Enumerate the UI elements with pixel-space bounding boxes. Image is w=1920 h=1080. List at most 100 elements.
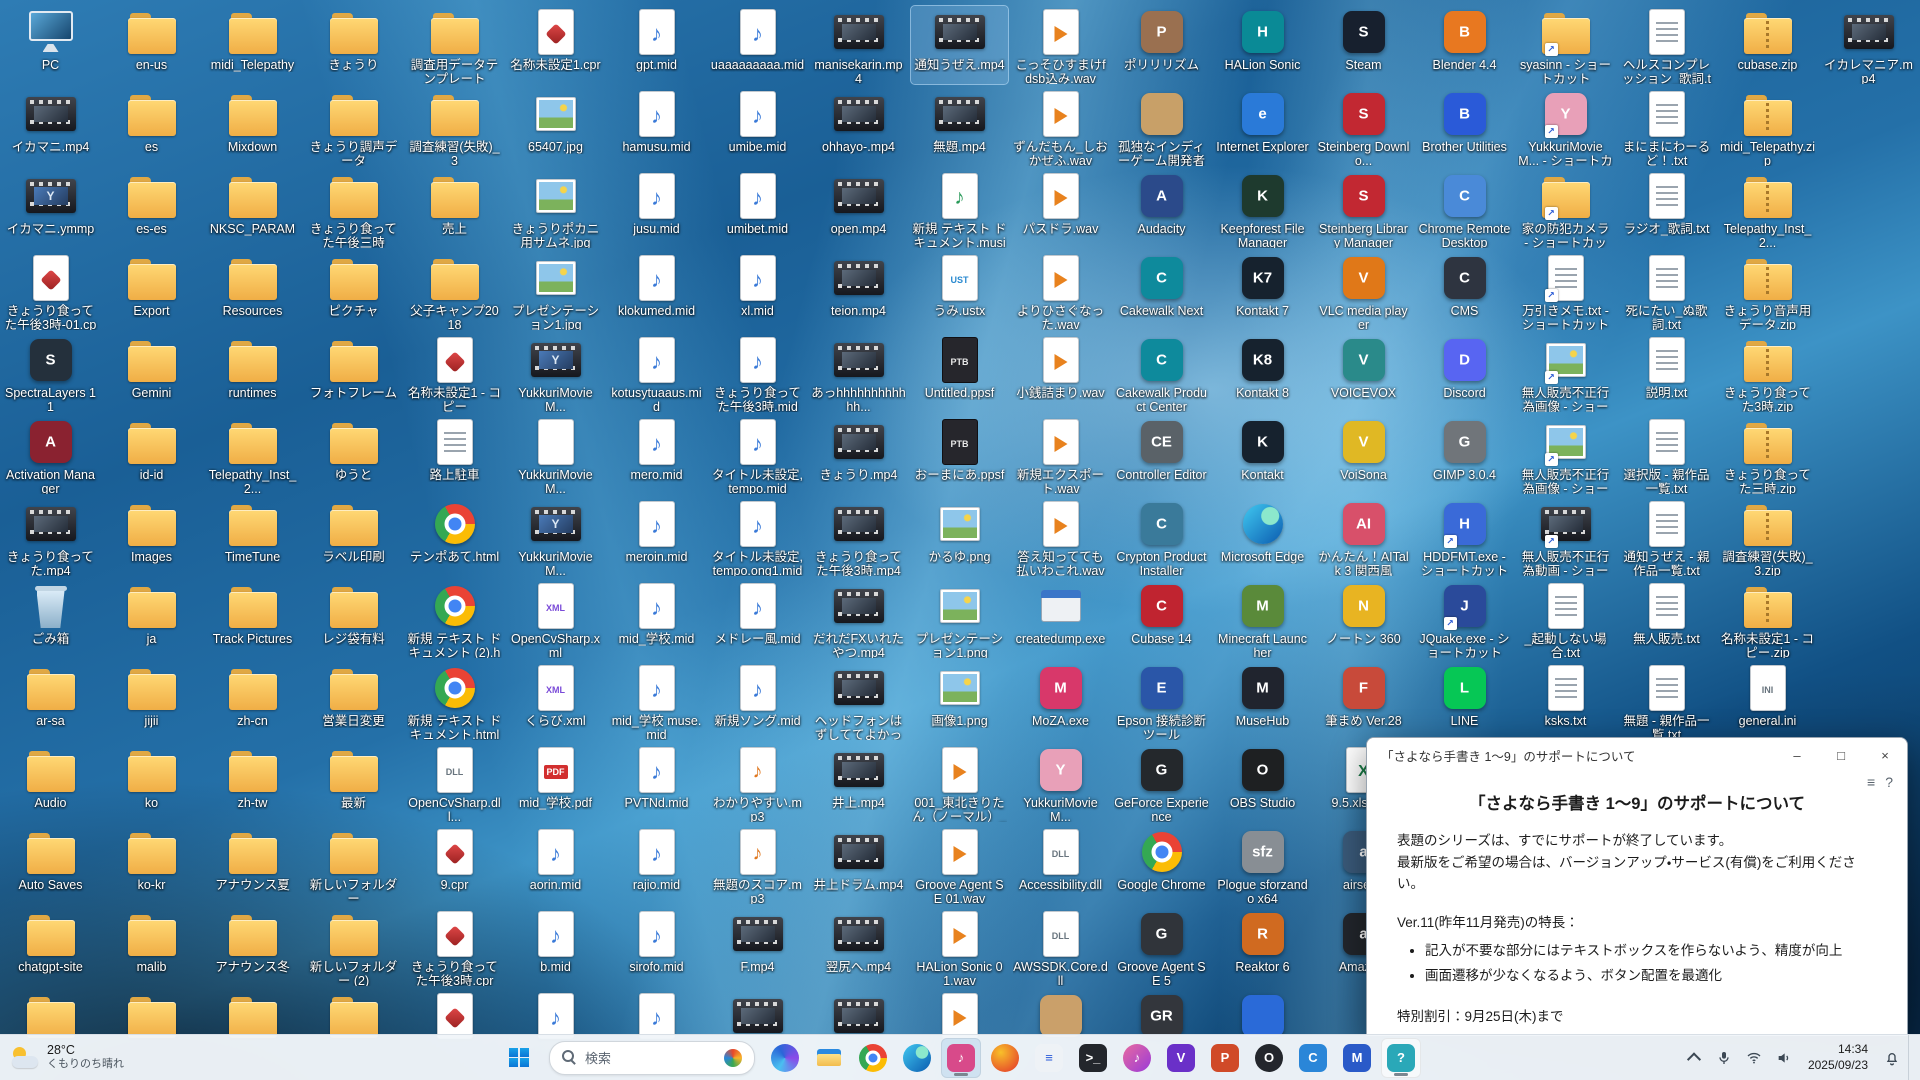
desktop-icon[interactable]: ksks.txt (1517, 662, 1614, 740)
desktop-icon[interactable]: meroin.mid (608, 498, 705, 576)
desktop-icon[interactable]: きょうり食ってた午後3時.mp4 (810, 498, 907, 576)
desktop-icon[interactable]: Crypton Product Installer (1113, 498, 1210, 576)
desktop-icon[interactable]: 新しいフォルダー (305, 826, 402, 904)
desktop-icon[interactable]: es (103, 88, 200, 166)
desktop-icon[interactable]: Untitled.ppsf (911, 334, 1008, 412)
desktop-icon[interactable]: 小銭詰まり.wav (1012, 334, 1109, 412)
desktop-icon[interactable]: 無人販売不正行為画像 - ショートカット (1517, 416, 1614, 494)
menu-icon[interactable]: ≡ (1867, 774, 1875, 790)
minimize-button[interactable]: – (1775, 738, 1819, 772)
desktop-icon[interactable]: jusu.mid (608, 170, 705, 248)
desktop-icon[interactable]: YukkuriMovieM... - ショートカット (1517, 88, 1614, 166)
desktop-icon[interactable]: Kontakt (1214, 416, 1311, 494)
desktop-icon[interactable]: Auto Saves (2, 826, 99, 904)
desktop-icon[interactable]: 新規ソング.mid (709, 662, 806, 740)
desktop-icon[interactable]: きょうり (305, 6, 402, 84)
desktop-icon[interactable]: YukkuriMovieM... (507, 416, 604, 494)
desktop-icon[interactable]: Groove Agent SE 01.wav (911, 826, 1008, 904)
desktop-icon[interactable]: レジ袋有料 (305, 580, 402, 658)
desktop-icon[interactable]: 翌尻へ.mp4 (810, 908, 907, 986)
desktop-icon[interactable]: 通知うぜえ - 親作品一覧.txt (1618, 498, 1715, 576)
desktop-icon[interactable]: syasinn - ショートカット (1517, 6, 1614, 84)
desktop-icon[interactable]: 画像1.png (911, 662, 1008, 740)
desktop-icon[interactable]: 最新 (305, 744, 402, 822)
desktop-icon[interactable]: イカレマニア.mp4 (1820, 6, 1917, 84)
desktop-icon[interactable]: klokumed.mid (608, 252, 705, 330)
desktop-icon[interactable]: 売上 (406, 170, 503, 248)
desktop-icon[interactable]: プレゼンテーション1.jpg (507, 252, 604, 330)
desktop-icon[interactable]: 無題 - 親作品一覧.txt (1618, 662, 1715, 740)
desktop-icon[interactable]: manisekarin.mp4 (810, 6, 907, 84)
desktop-icon[interactable]: VoiSona (1315, 416, 1412, 494)
desktop-icon[interactable]: es-es (103, 170, 200, 248)
desktop-icon[interactable]: teion.mp4 (810, 252, 907, 330)
firefox-taskbar-button[interactable] (985, 1038, 1025, 1078)
desktop-icon[interactable]: Cakewalk Product Center (1113, 334, 1210, 412)
desktop-icon[interactable]: よりひさぐなった.wav (1012, 252, 1109, 330)
desktop-icon[interactable]: OBS Studio (1214, 744, 1311, 822)
desktop-icon[interactable]: zh-tw (204, 744, 301, 822)
help-viewer-taskbar-button[interactable]: ? (1381, 1038, 1421, 1078)
tray-overflow-button[interactable] (1680, 1042, 1708, 1074)
help-icon[interactable]: ? (1885, 774, 1893, 790)
desktop-icon[interactable]: rajio.mid (608, 826, 705, 904)
desktop-icon[interactable]: createdump.exe (1012, 580, 1109, 658)
desktop-icon[interactable]: きょうり食ってた3時.zip (1719, 334, 1816, 412)
desktop-icon[interactable]: 名称未設定1 - コピー.zip (1719, 580, 1816, 658)
desktop-icon[interactable]: プレゼンテーション1.png (911, 580, 1008, 658)
desktop-icon[interactable]: mid_学校.pdf (507, 744, 604, 822)
desktop-icon[interactable]: 答え知ってても払いわこれ.wav (1012, 498, 1109, 576)
visual-studio-taskbar-button[interactable]: V (1161, 1038, 1201, 1078)
desktop-icon[interactable]: フォトフレーム (305, 334, 402, 412)
desktop-icon[interactable]: 65407.jpg (507, 88, 604, 166)
desktop-icon[interactable]: イカマニ.ymmp (2, 170, 99, 248)
desktop-icon[interactable]: Audacity (1113, 170, 1210, 248)
desktop-icon[interactable]: NKSC_PARAM (204, 170, 301, 248)
desktop-icon[interactable]: 通知うぜえ.mp4 (911, 6, 1008, 84)
desktop-icon[interactable]: ヘルスコンプレッション_歌詞.txt (1618, 6, 1715, 84)
desktop-icon[interactable]: 新規 テキスト ドキュメント.html (406, 662, 503, 740)
desktop-icon[interactable]: mero.mid (608, 416, 705, 494)
desktop-icon[interactable]: Microsoft Edge (1214, 498, 1311, 576)
desktop-icon[interactable]: かんたん！AITalk 3 関西風 (1315, 498, 1412, 576)
desktop-icon[interactable]: ja (103, 580, 200, 658)
desktop-icon[interactable]: 無題.mp4 (911, 88, 1008, 166)
desktop-icon[interactable]: ラベル印刷 (305, 498, 402, 576)
desktop-icon[interactable]: かるゆ.png (911, 498, 1008, 576)
desktop-icon[interactable]: jijii (103, 662, 200, 740)
desktop-icon[interactable]: 井上.mp4 (810, 744, 907, 822)
desktop-icon[interactable]: YukkuriMovieM... (1012, 744, 1109, 822)
tray-volume-button[interactable] (1770, 1042, 1798, 1074)
desktop-icon[interactable]: きょうり食ってた午後三時 (305, 170, 402, 248)
desktop-icon[interactable]: きょうり食ってた三時.zip (1719, 416, 1816, 494)
desktop-icon[interactable]: mid_学校.mid (608, 580, 705, 658)
desktop-icon[interactable]: Track Pictures (204, 580, 301, 658)
desktop-icon[interactable]: ヘッドフォンはずしててよかった.mp4 (810, 662, 907, 740)
desktop-icon[interactable]: 孤独なインディーゲーム開発者の一生... (1113, 88, 1210, 166)
desktop-icon[interactable]: Steinberg Downlo... (1315, 88, 1412, 166)
desktop-icon[interactable]: おーまにあ.ppsf (911, 416, 1008, 494)
desktop-icon[interactable]: MoZA.exe (1012, 662, 1109, 740)
desktop-icon[interactable]: OpenCvSharp.dll... (406, 744, 503, 822)
microsoft-edge-taskbar-button[interactable] (897, 1038, 937, 1078)
desktop-icon[interactable]: ko-kr (103, 826, 200, 904)
desktop-icon[interactable]: chatgpt-site (2, 908, 99, 986)
desktop-icon[interactable]: こっそひすまけfdsb込み.wav (1012, 6, 1109, 84)
desktop-icon[interactable]: YukkuriMovieM... (507, 334, 604, 412)
powerpoint-taskbar-button[interactable]: P (1205, 1038, 1245, 1078)
desktop-icon[interactable]: Telepathy_Inst_2... (1719, 170, 1816, 248)
desktop-icon[interactable]: VOICEVOX (1315, 334, 1412, 412)
tray-network-button[interactable] (1740, 1042, 1768, 1074)
weather-widget[interactable]: 28°C くもりのち晴れ (0, 1035, 134, 1080)
desktop-icon[interactable]: 井上ドラム.mp4 (810, 826, 907, 904)
desktop-icon[interactable]: Epson 接続診断ツール (1113, 662, 1210, 740)
desktop-icon[interactable]: 営業日変更 (305, 662, 402, 740)
notepad-taskbar-button[interactable]: ≡ (1029, 1038, 1069, 1078)
desktop-icon[interactable]: Images (103, 498, 200, 576)
copilot-taskbar-button[interactable] (765, 1038, 805, 1078)
show-desktop-button[interactable] (1908, 1035, 1914, 1080)
desktop-icon[interactable]: 調査練習(失敗)_3 (406, 88, 503, 166)
desktop-icon[interactable]: ar-sa (2, 662, 99, 740)
desktop-icon[interactable]: 名称未設定1.cpr (507, 6, 604, 84)
google-chrome-taskbar-button[interactable] (853, 1038, 893, 1078)
